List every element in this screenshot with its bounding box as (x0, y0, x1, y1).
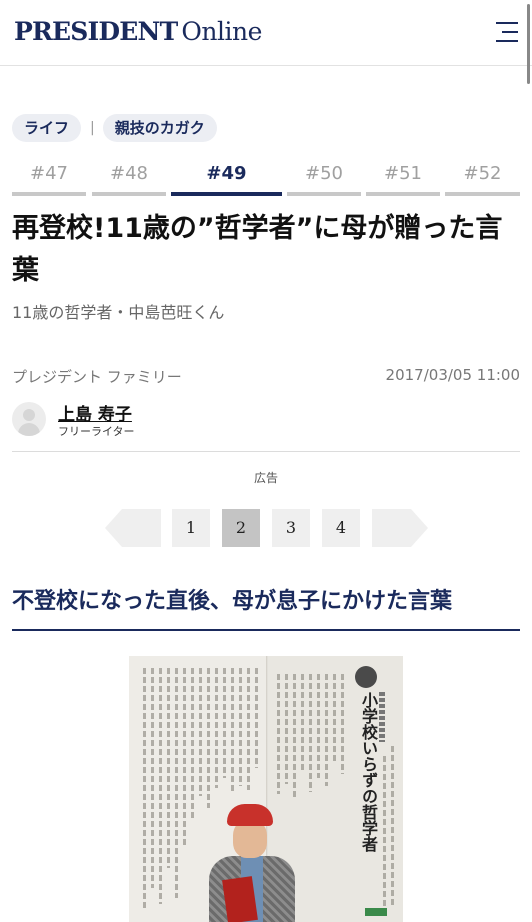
site-header: PRESIDENT Online (0, 0, 532, 84)
ad-label: 広告 (253, 471, 278, 485)
page-link-3[interactable]: 3 (272, 509, 310, 547)
avatar[interactable] (12, 402, 46, 436)
publisher-name[interactable]: プレジデント ファミリー (12, 366, 182, 387)
tag-separator: | (90, 120, 95, 136)
article-photo[interactable]: 小学校いらずの哲学者 (129, 656, 403, 922)
series-tabs: #47 #48 #49 #50 #51 #52 (12, 160, 520, 198)
magazine-heading: 小学校いらずの哲学者 (359, 692, 378, 852)
category-tags: ライフ | 親技のカガク (12, 114, 217, 142)
publish-date: 2017/03/05 11:00 (385, 366, 520, 384)
hamburger-menu-icon[interactable] (496, 22, 518, 42)
site-logo[interactable]: PRESIDENT Online (14, 17, 262, 46)
series-tab-48[interactable]: #48 (92, 160, 166, 198)
series-tab-50[interactable]: #50 (287, 160, 361, 198)
page-scrollbar[interactable] (527, 4, 530, 84)
page-link-4[interactable]: 4 (322, 509, 360, 547)
pagination: 1 2 3 4 (0, 509, 532, 547)
series-tab-51[interactable]: #51 (366, 160, 440, 198)
series-tab-47[interactable]: #47 (12, 160, 86, 198)
article-title: 再登校!11歳の”哲学者”に母が贈った言葉 (12, 213, 503, 286)
author-name-link[interactable]: 上島 寿子 (58, 400, 132, 425)
meta-divider (12, 451, 520, 452)
prev-page-arrow-icon[interactable] (105, 509, 161, 547)
tag-series[interactable]: 親技のカガク (102, 114, 217, 142)
next-page-arrow-icon[interactable] (372, 509, 428, 547)
section-rule (12, 629, 520, 631)
page-link-1[interactable]: 1 (172, 509, 210, 547)
logo-president: PRESIDENT (14, 17, 178, 46)
section-heading: 不登校になった直後、母が息子にかけた言葉 (12, 589, 453, 614)
magazine-heading-badge (355, 666, 377, 688)
logo-online: Online (181, 17, 262, 46)
series-tab-52[interactable]: #52 (445, 160, 520, 198)
author-role: フリーライター (58, 425, 135, 438)
tag-category-life[interactable]: ライフ (12, 114, 82, 142)
article-subtitle: 11歳の哲学者・中島芭旺くん (12, 303, 225, 322)
page-link-2-current[interactable]: 2 (222, 509, 260, 547)
series-tab-49[interactable]: #49 (171, 160, 282, 198)
